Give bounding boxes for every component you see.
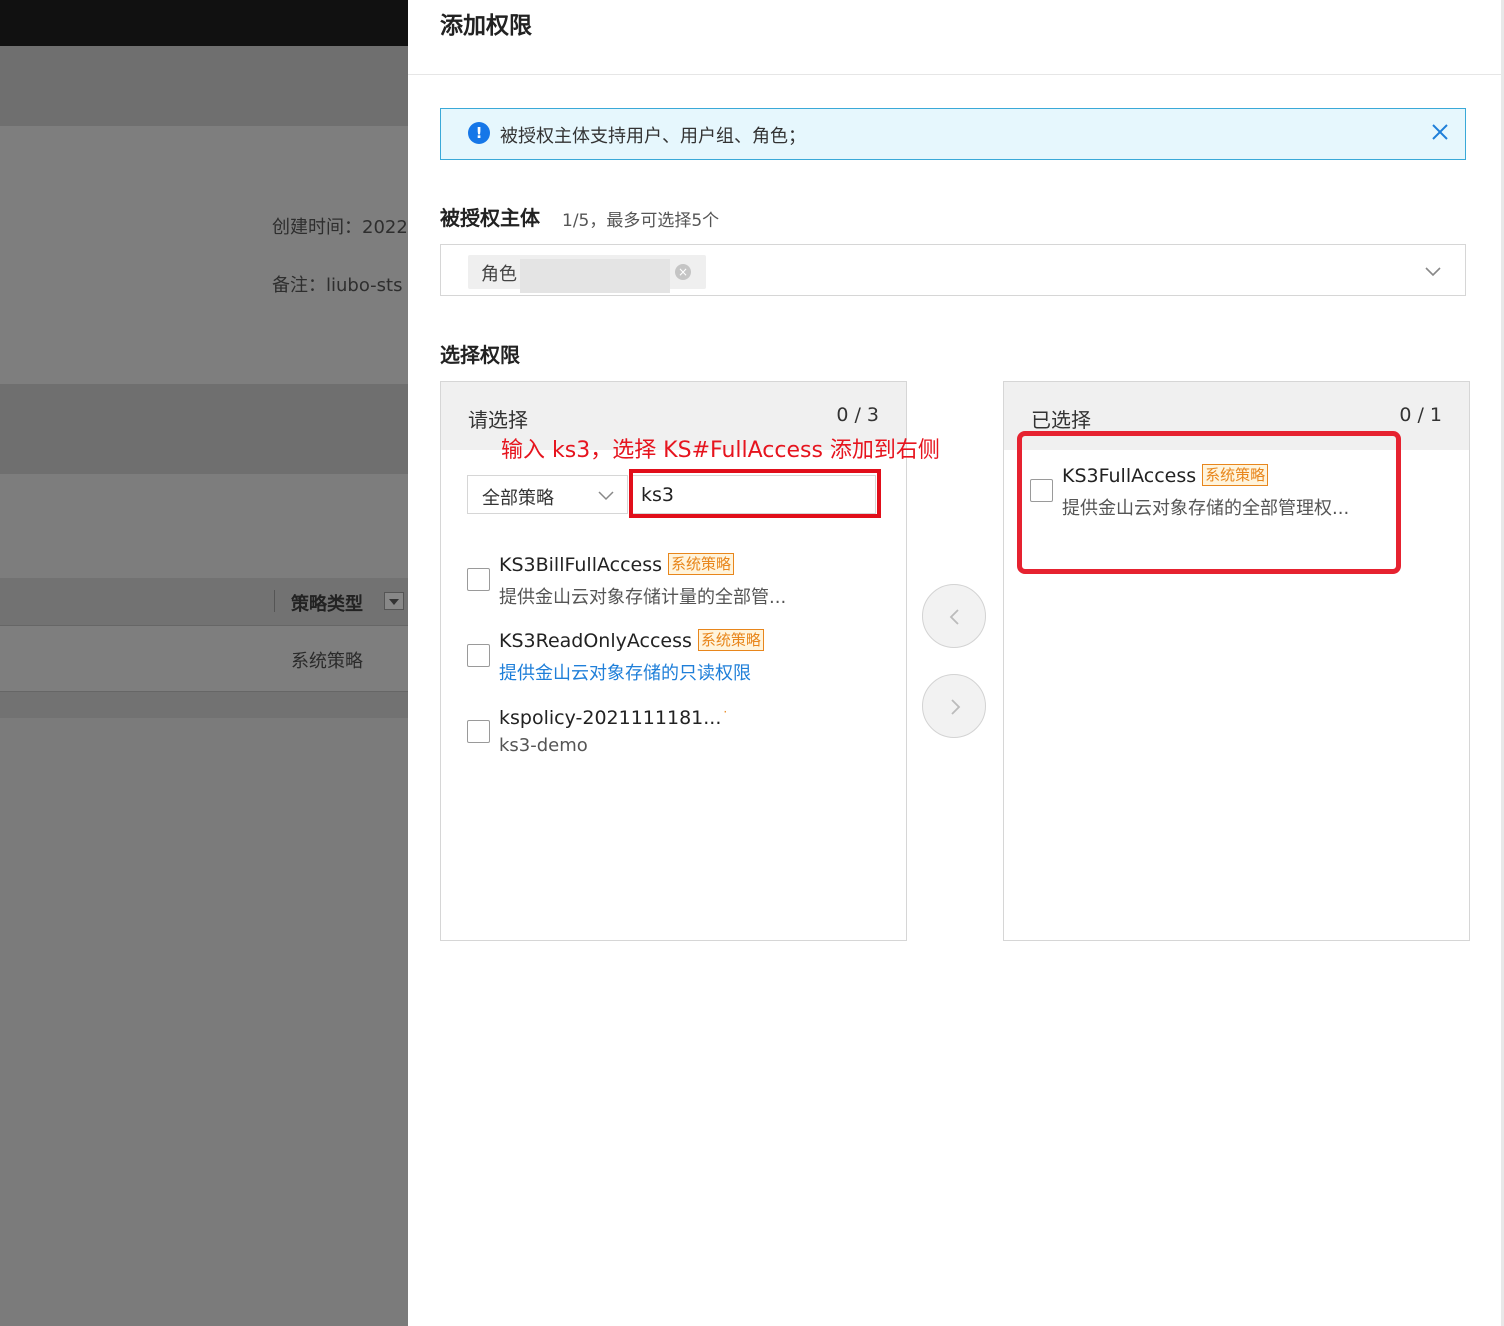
table-cell-policy-type: 系统策略 bbox=[291, 651, 363, 672]
item-checkbox[interactable] bbox=[467, 568, 490, 591]
list-item[interactable]: KS3BillFullAccess 系统策略 提供金山云对象存储计量的全部管... bbox=[467, 547, 887, 611]
dot-marker: · bbox=[723, 705, 728, 719]
panel-title: 已选择 bbox=[1031, 408, 1091, 432]
divider bbox=[408, 74, 1504, 75]
background-band bbox=[0, 46, 408, 126]
background-top-bar bbox=[0, 0, 408, 46]
policy-name: KS3ReadOnlyAccess 系统策略 bbox=[499, 629, 764, 652]
drawer-title: 添加权限 bbox=[440, 13, 532, 39]
tag-remove-icon[interactable]: × bbox=[675, 264, 691, 280]
instruction-annotation: 输入 ks3，选择 KS#FullAccess 添加到右侧 bbox=[501, 438, 940, 463]
background-info-card bbox=[0, 126, 408, 384]
background-band bbox=[0, 474, 408, 578]
background-band bbox=[0, 692, 408, 718]
move-right-button[interactable] bbox=[922, 674, 986, 738]
policy-type-select[interactable]: 全部策略 bbox=[467, 475, 628, 514]
list-item[interactable]: KS3ReadOnlyAccess 系统策略 提供金山云对象存储的只读权限 bbox=[467, 623, 887, 687]
panel-count: 0 / 1 bbox=[1399, 404, 1442, 426]
policy-name-text: kspolicy-2021111181... bbox=[499, 707, 722, 729]
column-header-policy-type: 策略类型 bbox=[291, 594, 363, 615]
policy-description: ks3-demo bbox=[499, 735, 588, 756]
system-policy-badge: 系统策略 bbox=[668, 553, 735, 575]
list-item[interactable]: kspolicy-2021111181... · ks3-demo bbox=[467, 699, 887, 763]
remark-label: 备注：liubo-sts bbox=[272, 275, 403, 296]
redacted-name bbox=[520, 259, 670, 293]
close-icon[interactable] bbox=[1429, 121, 1451, 143]
principal-select[interactable]: 角色 × bbox=[440, 244, 1466, 296]
alert-text: 被授权主体支持用户、用户组、角色； bbox=[500, 126, 806, 147]
selected-principal-tag: 角色 × bbox=[468, 255, 706, 293]
policy-description: 提供金山云对象存储计量的全部管... bbox=[499, 587, 787, 608]
item-checkbox[interactable] bbox=[467, 644, 490, 667]
policy-type-value: 全部策略 bbox=[482, 488, 554, 509]
panel-count: 0 / 3 bbox=[836, 404, 879, 426]
info-icon: ! bbox=[468, 122, 490, 144]
policy-name: KS3BillFullAccess 系统策略 bbox=[499, 553, 735, 576]
policy-name: kspolicy-2021111181... · bbox=[499, 705, 727, 729]
policy-name-text: KS3ReadOnlyAccess bbox=[499, 630, 692, 652]
policy-description-link[interactable]: 提供金山云对象存储的只读权限 bbox=[499, 659, 751, 685]
item-checkbox[interactable] bbox=[467, 720, 490, 743]
chevron-down-icon bbox=[597, 486, 615, 504]
column-filter-icon[interactable] bbox=[384, 592, 404, 610]
chevron-down-icon[interactable] bbox=[1423, 261, 1443, 281]
annotation-highlight-box bbox=[629, 469, 881, 518]
background-page: 创建时间：2022 备注：liubo-sts 策略类型 系统策略 bbox=[0, 0, 408, 1326]
column-separator bbox=[274, 590, 275, 612]
selected-policies-panel: 已选择 0 / 1 KS3FullAccess 系统策略 提供金山云对象存储的全部… bbox=[1003, 381, 1470, 941]
panel-title: 请选择 bbox=[468, 408, 528, 432]
principal-note: 1/5，最多可选择5个 bbox=[562, 211, 720, 231]
annotation-highlight-box bbox=[1017, 431, 1401, 574]
select-permission-label: 选择权限 bbox=[440, 343, 520, 367]
created-time-label: 创建时间：2022 bbox=[272, 217, 408, 238]
info-alert: ! 被授权主体支持用户、用户组、角色； bbox=[440, 108, 1466, 160]
background-band bbox=[0, 384, 408, 474]
tag-label: 角色 bbox=[481, 264, 517, 285]
policy-name-text: KS3BillFullAccess bbox=[499, 554, 663, 576]
move-left-button[interactable] bbox=[922, 584, 986, 648]
available-policies-panel: 请选择 0 / 3 输入 ks3，选择 KS#FullAccess 添加到右侧 … bbox=[440, 381, 940, 941]
add-permission-drawer: 添加权限 ! 被授权主体支持用户、用户组、角色； 被授权主体 1/5，最多可选择… bbox=[408, 0, 1504, 1326]
principal-label: 被授权主体 bbox=[440, 206, 540, 230]
system-policy-badge: 系统策略 bbox=[697, 629, 764, 651]
